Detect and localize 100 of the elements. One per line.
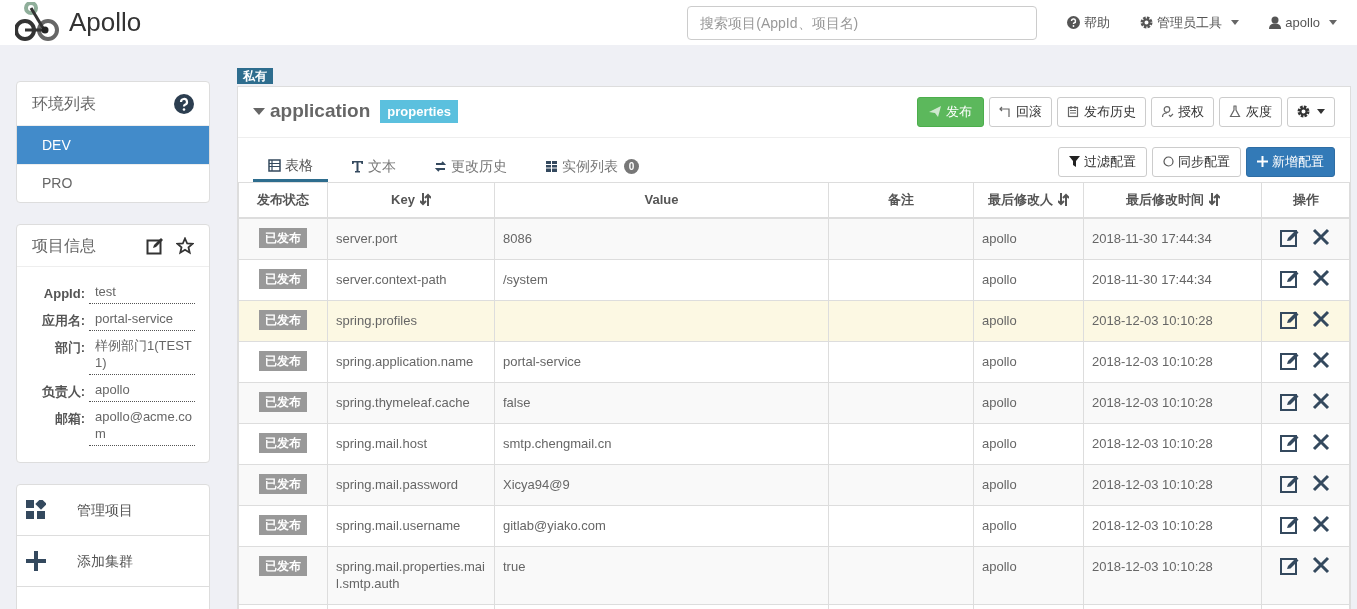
text-icon	[351, 160, 364, 173]
caret-icon	[1317, 109, 1325, 114]
edit-icon[interactable]	[1280, 515, 1300, 535]
nav-link[interactable]: 管理员工具	[1140, 12, 1240, 33]
environment-item[interactable]: PRO	[17, 164, 209, 202]
value-text: smtp.chengmail.cn	[503, 436, 612, 451]
field-value: test	[89, 279, 195, 304]
tab[interactable]: 表格	[253, 151, 328, 182]
close-icon[interactable]	[1312, 556, 1330, 574]
user-icon	[1269, 16, 1282, 29]
column-header: 发布状态	[238, 182, 328, 218]
action-button[interactable]: 回滚	[989, 96, 1052, 127]
tab[interactable]: 实例列表 0	[530, 151, 654, 182]
close-icon[interactable]	[1312, 392, 1330, 410]
edit-icon[interactable]	[1280, 556, 1300, 576]
time-text: 2018-12-03 10:10:28	[1092, 395, 1213, 410]
format-badge: properties	[380, 99, 458, 124]
flask-icon	[1229, 105, 1242, 118]
field-label: 负责人:	[40, 383, 86, 401]
time-text: 2018-11-30 17:44:34	[1092, 231, 1212, 246]
field-label: AppId:	[42, 285, 86, 303]
grid-icon	[26, 500, 46, 520]
value-text: /system	[503, 272, 548, 287]
edit-icon[interactable]	[1280, 433, 1300, 453]
field-label: 部门:	[53, 339, 86, 357]
time-text: 2018-12-03 10:10:28	[1092, 559, 1213, 574]
value-text: portal-service	[503, 354, 582, 369]
key-text: spring.mail.username	[336, 518, 461, 533]
field-value: apollo@acme.com	[89, 404, 195, 446]
close-icon[interactable]	[1312, 515, 1330, 533]
modifier-text: apollo	[982, 559, 1017, 574]
close-icon[interactable]	[1312, 351, 1330, 369]
modifier-text: apollo	[982, 313, 1017, 328]
status-badge: 已发布	[259, 310, 307, 330]
sort-icon	[419, 193, 431, 207]
gear-icon	[1297, 105, 1310, 118]
field-value: portal-service	[89, 306, 195, 331]
close-icon[interactable]	[1312, 228, 1330, 246]
caret-icon[interactable]	[253, 107, 265, 116]
modifier-text: apollo	[982, 436, 1017, 451]
key-text: server.context-path	[336, 272, 447, 287]
tool-button[interactable]: 同步配置	[1152, 146, 1241, 177]
calendar-icon	[1067, 105, 1080, 118]
close-icon[interactable]	[1312, 310, 1330, 328]
help-icon[interactable]	[174, 93, 194, 114]
edit-icon[interactable]	[1280, 310, 1300, 330]
time-text: 2018-12-03 10:10:28	[1092, 354, 1213, 369]
value-text: true	[503, 559, 526, 574]
close-icon[interactable]	[1312, 433, 1330, 451]
edit-icon[interactable]	[1280, 351, 1300, 371]
plus-icon	[26, 551, 46, 571]
sort-icon	[1058, 193, 1069, 207]
settings-button[interactable]	[1287, 96, 1335, 127]
column-header[interactable]: 最后修改时间	[1083, 182, 1262, 218]
action-button[interactable]: 授权	[1151, 96, 1214, 127]
status-badge: 已发布	[259, 269, 307, 289]
close-icon[interactable]	[1312, 474, 1330, 492]
status-badge: 已发布	[259, 556, 307, 576]
sidebar-action[interactable]: 管理项目	[17, 485, 209, 536]
tool-button[interactable]: 过滤配置	[1058, 146, 1147, 177]
panel-title: 项目信息	[32, 235, 97, 256]
close-icon[interactable]	[1312, 269, 1330, 287]
value-text: false	[503, 395, 531, 410]
nav-link[interactable]: 帮助	[1067, 12, 1111, 33]
modifier-text: apollo	[982, 354, 1017, 369]
modifier-text: apollo	[982, 518, 1017, 533]
status-badge: 已发布	[259, 474, 307, 494]
star-icon[interactable]	[176, 236, 194, 255]
time-text: 2018-11-30 17:44:34	[1092, 272, 1212, 287]
return-arrow-icon	[999, 105, 1012, 118]
namespace-name: application	[270, 99, 371, 124]
environment-item[interactable]: DEV	[17, 126, 209, 164]
key-text: spring.mail.password	[336, 477, 459, 492]
column-header[interactable]: Key	[327, 182, 495, 218]
server-icon	[545, 160, 558, 173]
tool-button[interactable]: 新增配置	[1246, 146, 1335, 177]
edit-icon[interactable]	[146, 236, 164, 255]
caret-icon	[1231, 20, 1240, 25]
column-header[interactable]: 最后修改人	[973, 182, 1084, 218]
swap-arrows-icon	[434, 160, 447, 173]
edit-icon[interactable]	[1280, 228, 1300, 248]
filter-icon	[1069, 156, 1080, 167]
search-field[interactable]: 搜索项目(AppId、项目名)	[687, 5, 1038, 40]
time-text: 2018-12-03 10:10:28	[1092, 313, 1213, 328]
plus-icon	[1257, 156, 1268, 167]
edit-icon[interactable]	[1280, 474, 1300, 494]
action-button[interactable]: 发布历史	[1057, 96, 1146, 127]
edit-icon[interactable]	[1280, 392, 1300, 412]
sidebar-action[interactable]: 添加集群	[17, 536, 209, 587]
nav-link[interactable]: apollo	[1269, 12, 1337, 33]
tab[interactable]: 更改历史	[419, 151, 522, 182]
time-text: 2018-12-03 10:10:28	[1092, 436, 1213, 451]
action-button[interactable]: 灰度	[1219, 96, 1282, 127]
tab[interactable]: 文本	[336, 151, 411, 182]
key-text: spring.thymeleaf.cache	[336, 395, 470, 410]
status-badge: 已发布	[259, 515, 307, 535]
key-text: spring.mail.host	[336, 436, 428, 451]
status-badge: 已发布	[259, 392, 307, 412]
edit-icon[interactable]	[1280, 269, 1300, 289]
modifier-text: apollo	[982, 231, 1017, 246]
